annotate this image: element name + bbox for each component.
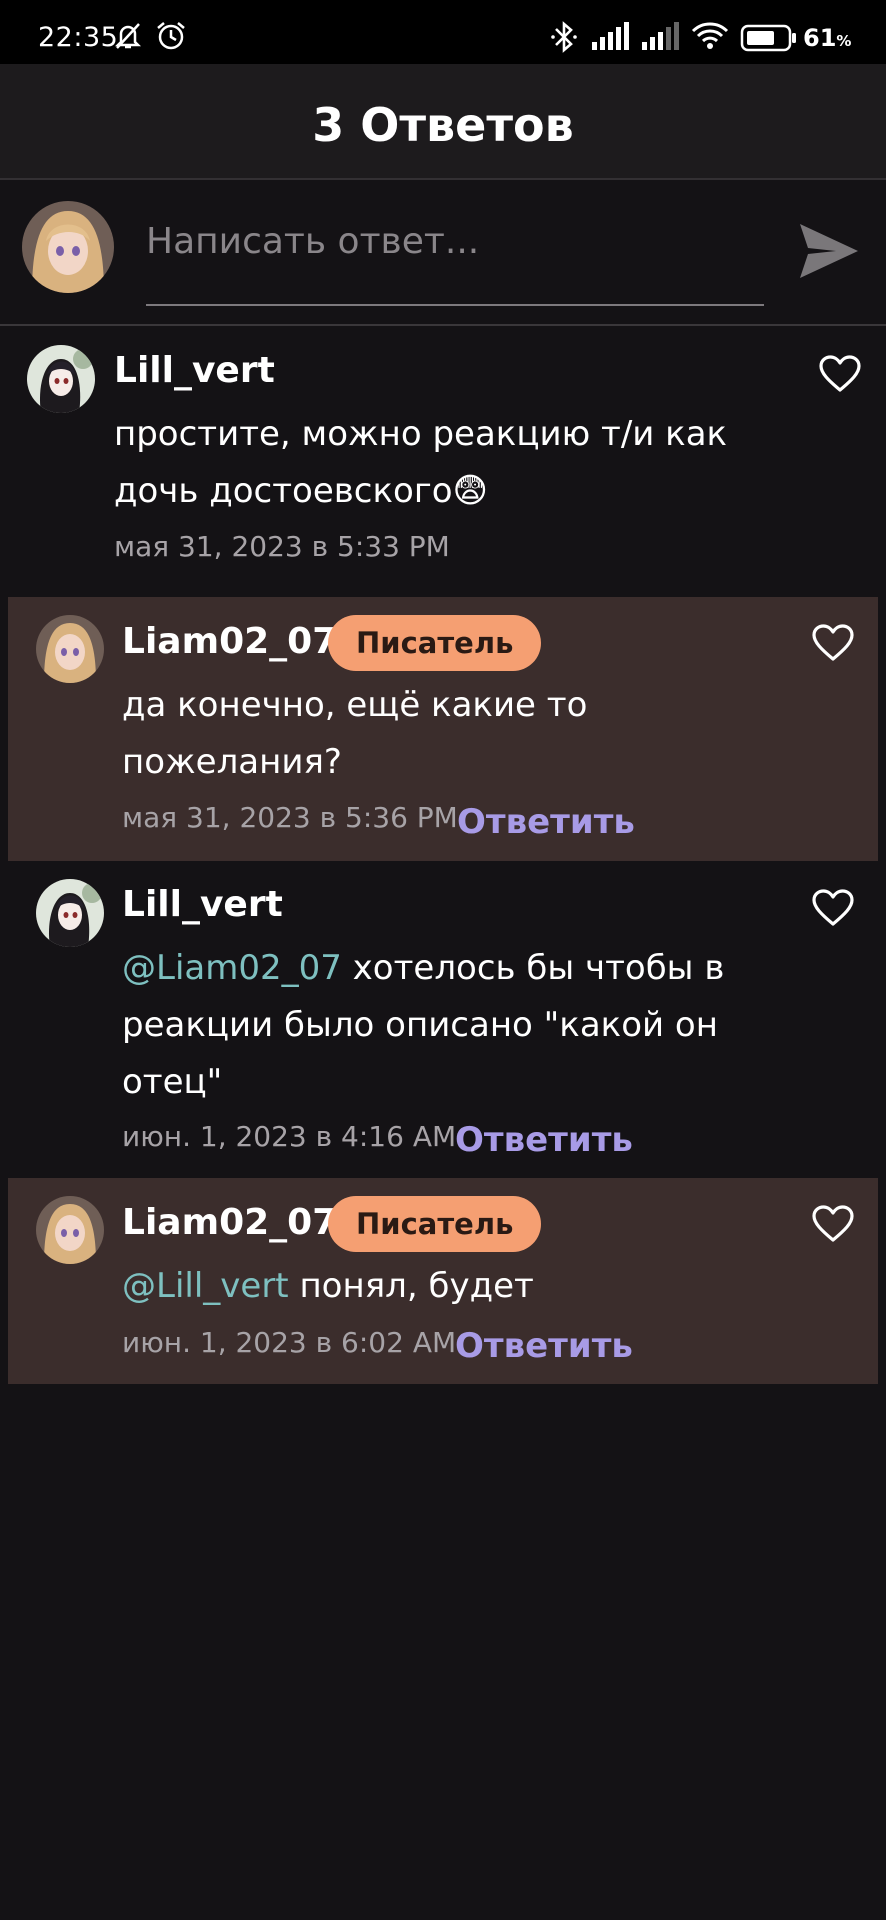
comment-author[interactable]: Lill_vert	[114, 350, 275, 391]
reply-input-underline	[146, 304, 764, 306]
mute-bell-icon	[114, 23, 142, 49]
comment-item: Lill_vert простите, можно реакцию т/и ка…	[0, 328, 886, 596]
wifi-icon	[691, 22, 729, 49]
comment-line: да конечно, ещё какие то	[122, 685, 588, 725]
comment-timestamp: июн. 1, 2023 в 6:02 AM	[122, 1326, 457, 1359]
comment-item-author: Liam02_07 Писатель да конечно, ещё какие…	[8, 597, 878, 861]
comment-text: да конечно, ещё какие то пожелания?	[122, 677, 742, 791]
status-time: 22:35	[38, 22, 119, 53]
comment-line: простите, можно реакцию т/и как	[114, 414, 728, 454]
bluetooth-icon	[551, 21, 577, 53]
reply-button[interactable]: Ответить	[455, 1326, 633, 1366]
comment-line: пожелания?	[122, 742, 342, 782]
comment-author[interactable]: Liam02_07	[122, 621, 337, 662]
commenter-avatar	[36, 1196, 104, 1264]
like-heart-icon[interactable]	[818, 354, 862, 394]
reply-composer	[0, 182, 886, 326]
user-mention[interactable]: @Liam02_07	[122, 948, 342, 988]
comment-timestamp: мая 31, 2023 в 5:33 PM	[114, 530, 450, 563]
like-heart-icon[interactable]	[811, 1204, 855, 1244]
send-icon[interactable]	[796, 218, 862, 284]
comment-author[interactable]: Liam02_07	[122, 1202, 337, 1243]
like-heart-icon[interactable]	[811, 888, 855, 928]
commenter-avatar	[36, 615, 104, 683]
reply-input[interactable]	[146, 212, 764, 270]
battery-icon	[740, 24, 796, 52]
signal-icon-1	[592, 22, 629, 50]
like-heart-icon[interactable]	[811, 623, 855, 663]
comment-text: @Liam02_07 хотелось бы чтобы в реакции б…	[122, 940, 742, 1111]
commenter-avatar	[27, 345, 95, 413]
comment-line: @Liam02_07 хотелось бы чтобы в	[122, 948, 725, 988]
comment-timestamp: июн. 1, 2023 в 4:16 AM	[122, 1120, 457, 1153]
reply-button[interactable]: Ответить	[457, 802, 635, 842]
comment-author[interactable]: Lill_vert	[122, 884, 283, 925]
user-mention[interactable]: @Lill_vert	[122, 1266, 289, 1306]
page-title: 3 Ответов	[312, 98, 574, 152]
comment-text: @Lill_vert понял, будет	[122, 1258, 742, 1315]
writer-badge: Писатель	[328, 1196, 542, 1252]
comment-line: реакции было описано "какой он	[122, 1005, 718, 1045]
reply-button[interactable]: Ответить	[455, 1120, 633, 1160]
current-user-avatar	[22, 201, 114, 293]
comment-text: простите, можно реакцию т/и как дочь дос…	[114, 406, 734, 520]
status-bar: 22:35 61%	[0, 0, 886, 64]
commenter-avatar	[36, 879, 104, 947]
signal-icon-2	[642, 22, 679, 50]
comment-timestamp: мая 31, 2023 в 5:36 PM	[122, 801, 458, 834]
comment-line: @Lill_vert понял, будет	[122, 1266, 534, 1306]
comment-item: Lill_vert @Liam02_07 хотелось бы чтобы в…	[0, 862, 886, 1176]
writer-badge: Писатель	[328, 615, 542, 671]
battery-percent: 61%	[803, 24, 852, 52]
alarm-icon	[157, 22, 185, 50]
comment-line: дочь достоевского😨	[114, 471, 488, 511]
comment-item-author: Liam02_07 Писатель @Lill_vert понял, буд…	[8, 1178, 878, 1384]
comment-line: отец"	[122, 1062, 223, 1102]
replies-header: 3 Ответов	[0, 64, 886, 180]
